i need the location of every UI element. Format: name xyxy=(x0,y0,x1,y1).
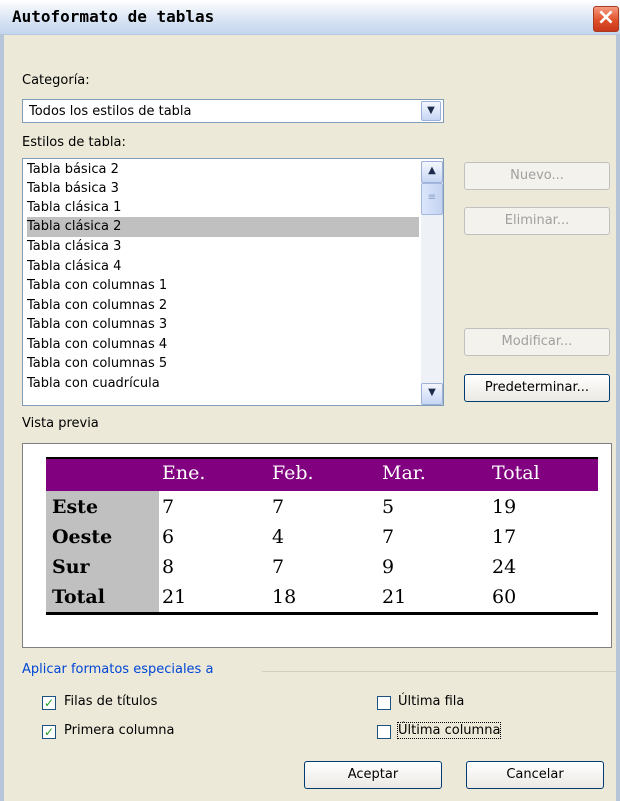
list-item[interactable]: Tabla básica 2 xyxy=(27,160,419,180)
preview-cell: 24 xyxy=(492,556,517,578)
filas-titulos-checkbox[interactable]: ✓ xyxy=(42,696,56,710)
ultima-fila-checkbox[interactable] xyxy=(377,696,391,710)
preview-header-cell: Ene. xyxy=(162,462,206,484)
list-item-selected[interactable]: Tabla clásica 2 xyxy=(27,217,419,237)
preview-cell: 7 xyxy=(272,496,285,518)
preview-cell: 8 xyxy=(162,556,175,578)
list-item[interactable]: Tabla clásica 1 xyxy=(27,198,419,218)
preview-cell: 60 xyxy=(492,586,517,608)
scroll-thumb[interactable]: ≡ xyxy=(421,183,443,215)
aceptar-button[interactable]: Aceptar xyxy=(304,761,442,789)
cancelar-button[interactable]: Cancelar xyxy=(466,761,604,789)
preview-row-label: Este xyxy=(52,496,99,518)
preview-cell: 7 xyxy=(272,556,285,578)
estilos-listbox[interactable]: Tabla básica 2 Tabla básica 3 Tabla clás… xyxy=(22,158,444,406)
preview-cell: 18 xyxy=(272,586,297,608)
preview-row-label: Sur xyxy=(52,556,90,578)
scroll-down-button[interactable]: ▼ xyxy=(421,383,443,405)
list-item[interactable]: Tabla con columnas 3 xyxy=(27,315,419,335)
scroll-up-button[interactable]: ▲ xyxy=(421,161,443,183)
preview-cell: 4 xyxy=(272,526,285,548)
predeterminar-button[interactable]: Predeterminar... xyxy=(464,374,610,402)
list-item[interactable]: Tabla clásica 4 xyxy=(27,257,419,277)
filas-titulos-label[interactable]: Filas de títulos xyxy=(64,694,157,709)
modificar-button[interactable]: Modificar... xyxy=(464,328,610,356)
preview-cell: 21 xyxy=(162,586,187,608)
check-icon: ✓ xyxy=(43,725,55,739)
special-group-label: Aplicar formatos especiales a xyxy=(22,662,214,677)
list-item[interactable]: Tabla con columnas 1 xyxy=(27,276,419,296)
primera-columna-label[interactable]: Primera columna xyxy=(64,723,175,738)
preview-cell: 5 xyxy=(382,496,395,518)
vista-previa-label: Vista previa xyxy=(22,416,99,431)
eliminar-button[interactable]: Eliminar... xyxy=(464,207,610,235)
ultima-columna-checkbox[interactable] xyxy=(377,725,391,739)
estilos-label: Estilos de tabla: xyxy=(22,135,126,150)
list-item[interactable]: Tabla con columnas 4 xyxy=(27,335,419,355)
arrow-up-icon: ▲ xyxy=(428,165,436,176)
categoria-label: Categoría: xyxy=(22,73,90,88)
window-title: Autoformato de tablas xyxy=(12,7,215,26)
preview-cell: 19 xyxy=(492,496,517,518)
check-icon: ✓ xyxy=(43,696,55,710)
preview-header-cell: Total xyxy=(492,462,540,484)
preview-cell: 21 xyxy=(382,586,407,608)
window-border-right xyxy=(616,34,620,801)
chevron-down-icon: ▼ xyxy=(427,105,435,116)
preview-bottom-border xyxy=(46,612,598,615)
grip-icon: ≡ xyxy=(427,192,437,203)
preview-cell: 6 xyxy=(162,526,175,548)
primera-columna-checkbox[interactable]: ✓ xyxy=(42,725,56,739)
window-border-left xyxy=(0,34,4,801)
nuevo-button[interactable]: Nuevo... xyxy=(464,162,610,190)
list-item[interactable]: Tabla con columnas 2 xyxy=(27,296,419,316)
list-item[interactable]: Tabla con cuadrícula xyxy=(27,374,419,394)
categoria-select[interactable]: Todos los estilos de tabla xyxy=(22,99,444,123)
group-divider xyxy=(262,671,616,672)
preview-cell: 7 xyxy=(162,496,175,518)
ultima-columna-label[interactable]: Última columna xyxy=(396,722,502,739)
preview-header-cell: Mar. xyxy=(382,462,426,484)
ultima-fila-label[interactable]: Última fila xyxy=(398,694,464,709)
arrow-down-icon: ▼ xyxy=(428,387,436,398)
estilos-scrollbar[interactable]: ▲ ≡ ▼ xyxy=(421,161,443,405)
preview-row-label: Oeste xyxy=(52,526,113,548)
preview-cell: 9 xyxy=(382,556,395,578)
preview-row-label: Total xyxy=(52,586,105,608)
preview-cell: 17 xyxy=(492,526,517,548)
list-item[interactable]: Tabla con columnas 5 xyxy=(27,354,419,374)
list-item[interactable]: Tabla básica 3 xyxy=(27,179,419,199)
list-item[interactable]: Tabla clásica 3 xyxy=(27,237,419,257)
close-icon: × xyxy=(596,5,616,30)
categoria-dropdown-button[interactable]: ▼ xyxy=(421,101,441,121)
close-button[interactable]: × xyxy=(593,6,619,32)
categoria-value: Todos los estilos de tabla xyxy=(29,104,192,119)
preview-header-cell: Feb. xyxy=(272,462,314,484)
preview-cell: 7 xyxy=(382,526,395,548)
